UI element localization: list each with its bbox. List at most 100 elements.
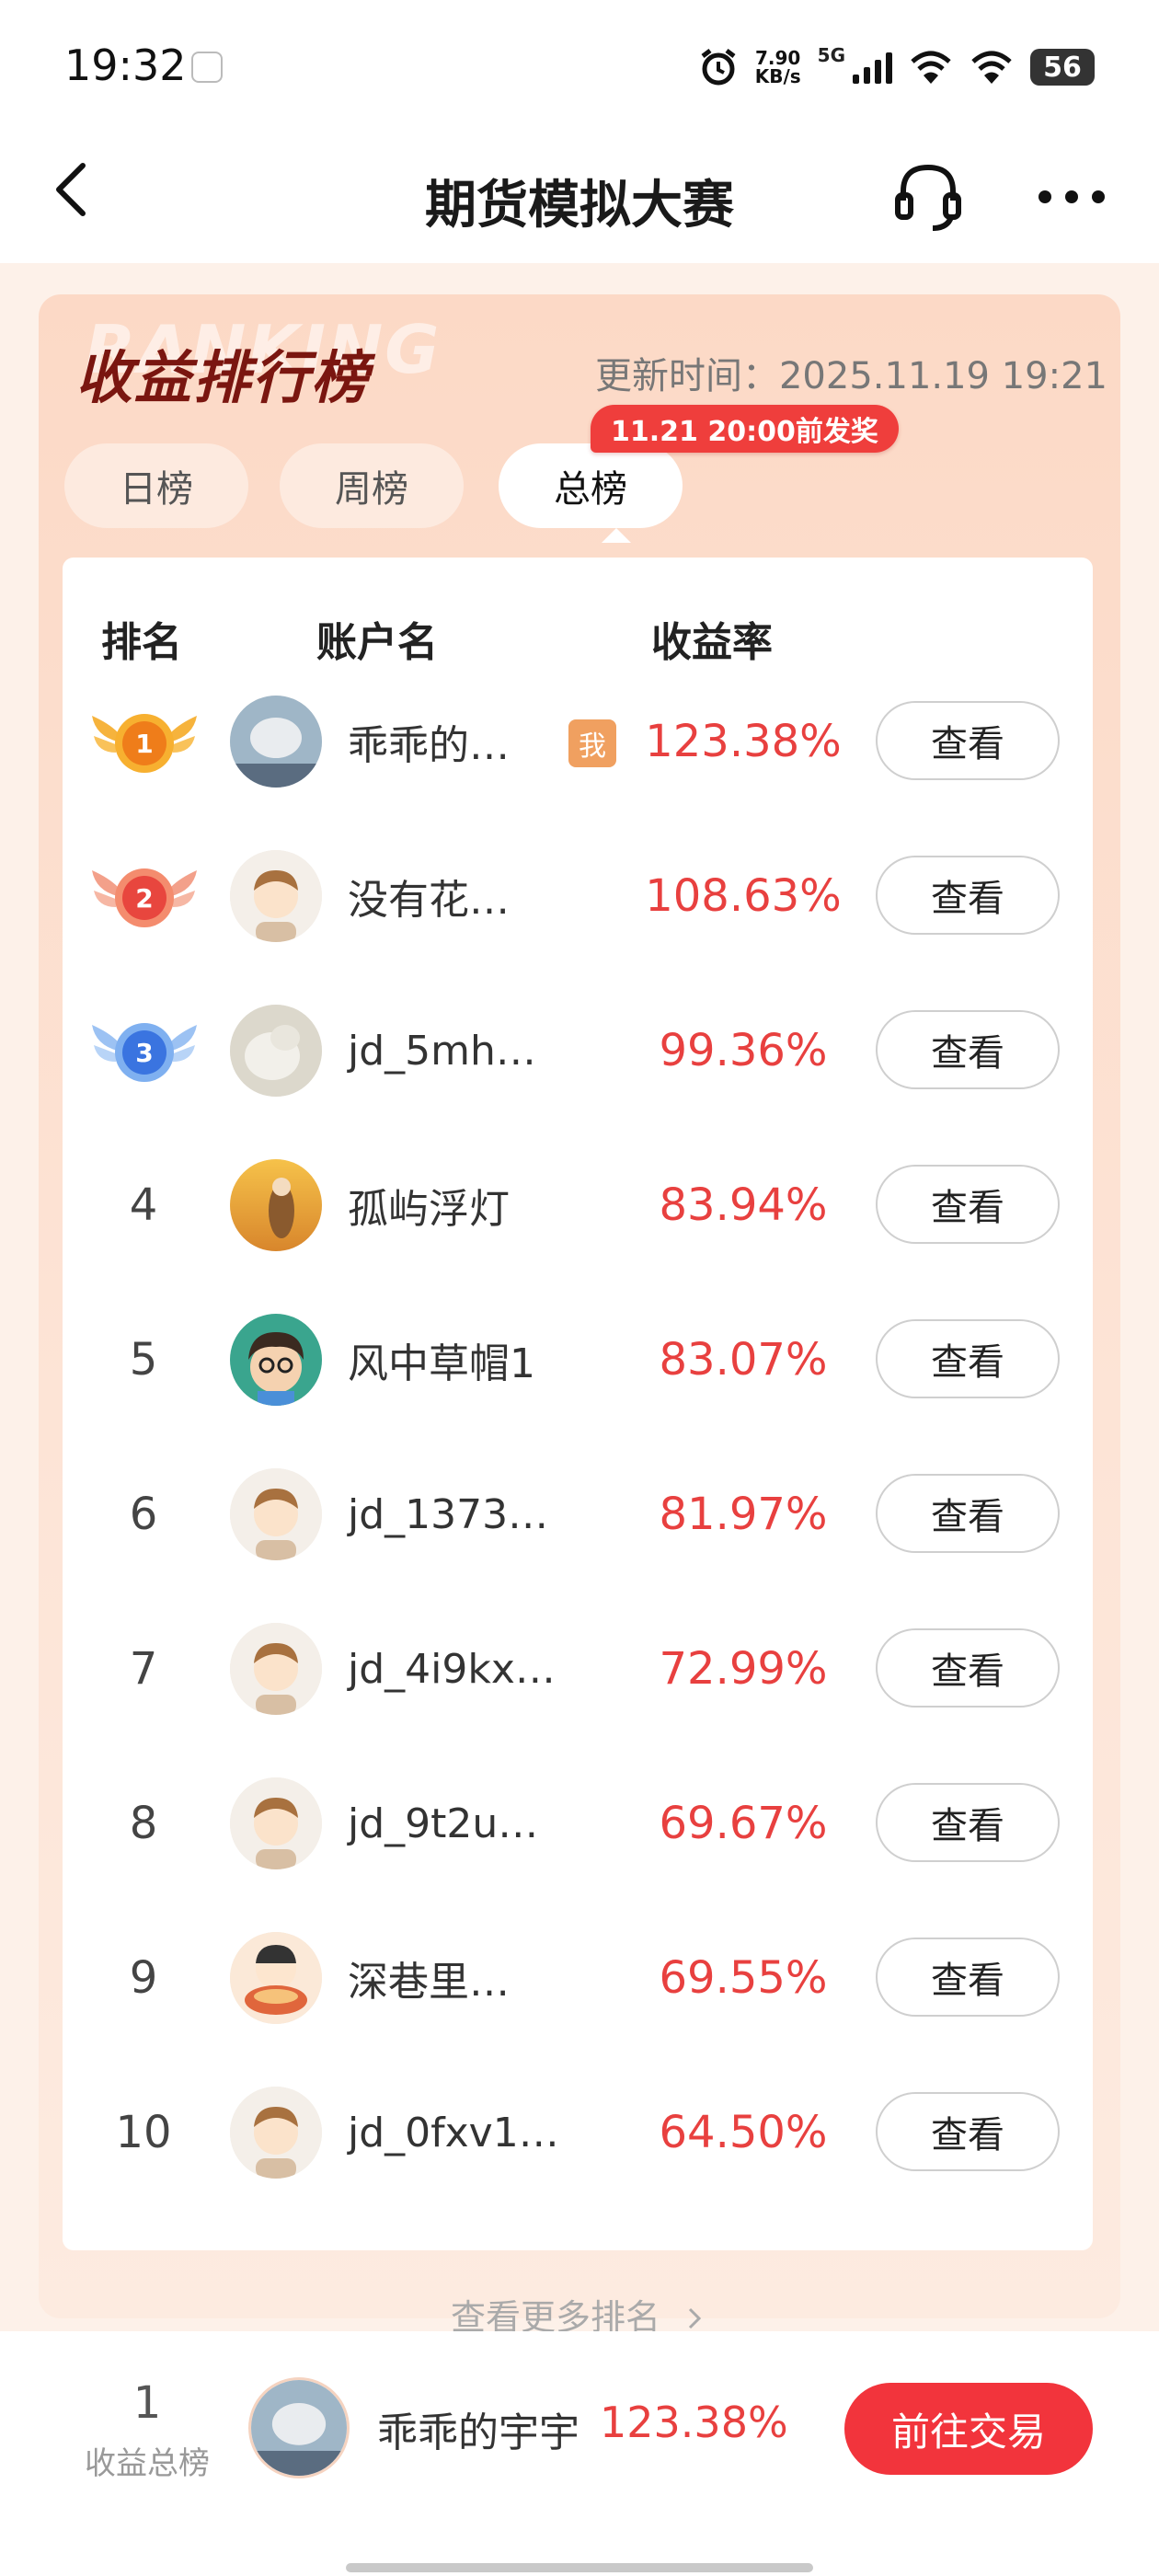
col-account-header: 账户名 xyxy=(316,619,438,666)
return-rate: 99.36% xyxy=(659,1025,828,1076)
table-row[interactable]: 10 jd_0fxv1… 64.50% 查看 xyxy=(63,2055,1093,2210)
view-button[interactable]: 查看 xyxy=(876,1165,1060,1244)
view-button[interactable]: 查看 xyxy=(876,1628,1060,1708)
my-return-rate: 123.38% xyxy=(600,2398,788,2447)
user-name: jd_0fxv1… xyxy=(348,2109,559,2156)
tab-total[interactable]: 总榜 xyxy=(499,443,683,528)
user-name: jd_4i9kx… xyxy=(348,1645,556,1693)
tab-indicator xyxy=(602,528,631,543)
silver-medal-icon: 2 xyxy=(92,868,197,927)
user-name: jd_9t2u… xyxy=(348,1800,539,1847)
return-rate: 72.99% xyxy=(659,1643,828,1695)
table-row[interactable]: 3 jd_5mh… 99.36% 查看 xyxy=(63,973,1093,1128)
avatar xyxy=(230,1777,322,1869)
net-speed-value: 7.90 xyxy=(755,47,801,69)
rank-number: 9 xyxy=(129,1952,158,2004)
board-title: 收益排行榜 xyxy=(75,344,371,411)
col-rank-header: 排名 xyxy=(101,619,182,666)
user-name: jd_1373… xyxy=(348,1490,549,1538)
page-title: 期货模拟大赛 xyxy=(425,176,734,236)
wifi-icon-2 xyxy=(971,51,1012,84)
status-bar: 19:32 7.90 KB/s 5G 56 xyxy=(0,0,1159,129)
chevron-right-icon xyxy=(688,2307,702,2329)
svg-text:2: 2 xyxy=(135,883,153,914)
nav-bar: 期货模拟大赛 xyxy=(0,129,1159,263)
avatar xyxy=(230,696,322,788)
leaderboard-card: RANKING 收益排行榜 更新时间：2025.11.19 19:21 日榜 周… xyxy=(39,294,1120,2338)
status-time: 19:32 xyxy=(64,40,187,90)
rank-number: 8 xyxy=(129,1798,158,1849)
bronze-medal-icon: 3 xyxy=(92,1023,197,1082)
return-rate: 69.67% xyxy=(659,1798,828,1849)
avatar xyxy=(230,1314,322,1406)
prize-badge: 11.21 20:00前发奖 xyxy=(591,405,899,453)
rank-number: 10 xyxy=(115,2107,172,2158)
net-speed-unit: KB/s xyxy=(754,65,801,87)
table-row[interactable]: 8 jd_9t2u… 69.67% 查看 xyxy=(63,1746,1093,1901)
return-rate: 69.55% xyxy=(659,1952,828,2004)
view-button[interactable]: 查看 xyxy=(876,1474,1060,1553)
me-badge: 我 xyxy=(568,719,616,767)
rank-number: 5 xyxy=(129,1334,158,1386)
my-avatar xyxy=(248,2377,350,2478)
avatar xyxy=(230,1005,322,1097)
view-button[interactable]: 查看 xyxy=(876,2092,1060,2171)
net-speed: 7.90 KB/s xyxy=(755,49,801,86)
signal-icon xyxy=(853,51,892,84)
user-name: 风中草帽1 xyxy=(348,1340,535,1387)
my-rank-number: 1 xyxy=(132,2377,162,2429)
status-icons: 7.90 KB/s 5G 56 xyxy=(698,44,1095,90)
rank-number: 4 xyxy=(129,1179,158,1231)
view-button[interactable]: 查看 xyxy=(876,701,1060,780)
return-rate: 108.63% xyxy=(645,870,842,922)
user-name: 孤屿浮灯 xyxy=(348,1186,510,1233)
ranking-list: 排名 账户名 收益率 1 乖乖的… 我 123.38% 查看 2 没有花… 10… xyxy=(63,558,1093,2250)
rank-number: 7 xyxy=(129,1643,158,1695)
gold-medal-icon: 1 xyxy=(92,714,197,773)
avatar xyxy=(230,1932,322,2024)
col-rate-header: 收益率 xyxy=(651,619,773,666)
tab-daily[interactable]: 日榜 xyxy=(64,443,248,528)
wifi-icon xyxy=(911,51,951,84)
network-type: 5G xyxy=(817,44,845,66)
view-button[interactable]: 查看 xyxy=(876,1319,1060,1398)
my-rank-bar: 1 收益总榜 乖乖的宇宇 123.38% 前往交易 xyxy=(0,2331,1159,2576)
go-trade-button[interactable]: 前往交易 xyxy=(844,2383,1093,2475)
user-name: 深巷里… xyxy=(348,1959,510,2006)
view-button[interactable]: 查看 xyxy=(876,1783,1060,1862)
user-name: jd_5mh… xyxy=(348,1027,536,1075)
svg-text:1: 1 xyxy=(135,729,153,759)
rank-number: 6 xyxy=(129,1489,158,1540)
table-row[interactable]: 2 没有花… 108.63% 查看 xyxy=(63,819,1093,973)
view-button[interactable]: 查看 xyxy=(876,1938,1060,2017)
view-button[interactable]: 查看 xyxy=(876,856,1060,935)
table-row[interactable]: 1 乖乖的… 我 123.38% 查看 xyxy=(63,664,1093,819)
return-rate: 83.94% xyxy=(659,1179,828,1231)
table-row[interactable]: 5 风中草帽1 83.07% 查看 xyxy=(63,1282,1093,1437)
avatar xyxy=(230,1159,322,1251)
table-row[interactable]: 4 孤屿浮灯 83.94% 查看 xyxy=(63,1128,1093,1282)
return-rate: 123.38% xyxy=(645,716,842,767)
more-icon[interactable] xyxy=(1030,169,1113,224)
svg-text:3: 3 xyxy=(135,1038,153,1068)
user-name: 乖乖的… xyxy=(348,722,510,769)
avatar xyxy=(230,1623,322,1715)
user-name: 没有花… xyxy=(348,877,510,924)
return-rate: 64.50% xyxy=(659,2107,828,2158)
return-rate: 83.07% xyxy=(659,1334,828,1386)
view-button[interactable]: 查看 xyxy=(876,1010,1060,1089)
my-rank-label: 收益总榜 xyxy=(85,2445,210,2482)
update-time: 更新时间：2025.11.19 19:21 xyxy=(594,355,1107,397)
avatar xyxy=(230,1468,322,1560)
avatar xyxy=(230,2087,322,2179)
app-notification-icon xyxy=(191,52,223,83)
my-name: 乖乖的宇宇 xyxy=(377,2409,580,2456)
home-indicator[interactable] xyxy=(346,2563,813,2572)
avatar xyxy=(230,850,322,942)
headset-icon[interactable] xyxy=(887,155,970,237)
tab-weekly[interactable]: 周榜 xyxy=(280,443,464,528)
table-row[interactable]: 7 jd_4i9kx… 72.99% 查看 xyxy=(63,1592,1093,1746)
battery-indicator: 56 xyxy=(1030,49,1095,86)
table-row[interactable]: 6 jd_1373… 81.97% 查看 xyxy=(63,1437,1093,1592)
table-row[interactable]: 9 深巷里… 69.55% 查看 xyxy=(63,1901,1093,2055)
